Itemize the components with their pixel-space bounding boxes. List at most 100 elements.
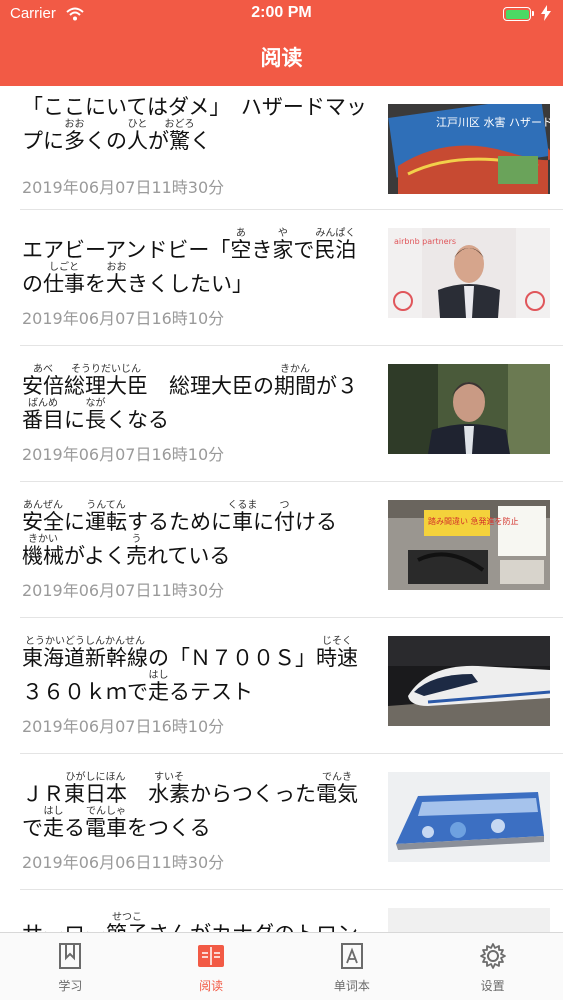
title-text: [127, 782, 148, 806]
article-thumbnail: [388, 908, 550, 932]
furigana-reading: じそく: [316, 636, 358, 647]
title-text: くなる: [106, 408, 169, 432]
furigana-word: 水素すいそ: [148, 772, 190, 806]
title-text: きくしたい」: [127, 272, 253, 296]
title-text: き: [251, 238, 273, 262]
book-icon: [56, 941, 84, 975]
title-text: がよく: [64, 544, 126, 568]
furigana-word: 番目ばんめ: [22, 398, 64, 432]
article-date: 2019年06月07日16時10分: [22, 309, 225, 328]
article-thumbnail: 江戸川区 水害 ハザードマップ: [388, 104, 550, 194]
furigana-reading: ばんめ: [22, 398, 64, 409]
furigana-reading: そうりだいじん: [64, 364, 148, 375]
thumbnail-caption: 江戸川区 水害 ハザードマップ: [436, 115, 550, 129]
title-text: するために: [127, 510, 232, 534]
article-thumbnail: [388, 364, 550, 454]
article-date: 2019年06月06日11時30分: [22, 853, 225, 872]
tab-label: 设置: [480, 979, 505, 993]
title-text: の: [22, 272, 43, 296]
article-thumbnail: 踏み間違い 急発進を防止: [388, 500, 550, 590]
title-text: で: [293, 238, 315, 262]
article-title: 安全あんぜんに運転うんてんするために車くるまに付つける機械きかいがよく売うれてい…: [22, 500, 376, 573]
furigana-word: 車くるま: [227, 500, 258, 534]
article-title: 「ここにいてはダメ」 ハザードマップに多おおくの人ひとが驚おどろく: [22, 90, 376, 158]
vocabulary-icon: [338, 941, 366, 975]
article-list[interactable]: 「ここにいてはダメ」 ハザードマップに多おおくの人ひとが驚おどろく 2019年0…: [0, 86, 563, 932]
article-row[interactable]: ＪＲ東日本ひがしにほん 水素すいそからつくった電気でんきで走はしる電車でんしゃを…: [20, 754, 563, 890]
furigana-word: 長なが: [85, 398, 106, 432]
furigana-reading: きかい: [22, 534, 64, 545]
title-text: ３６０ｋｍで: [22, 680, 148, 704]
furigana-reading: おお: [106, 262, 127, 273]
furigana-reading: つ: [274, 500, 295, 511]
article-date: 2019年06月07日16時10分: [22, 717, 225, 736]
article-row[interactable]: 「ここにいてはダメ」 ハザードマップに多おおくの人ひとが驚おどろく 2019年0…: [20, 86, 563, 210]
article-title: 東海道新幹線とうかいどうしんかんせんの「Ｎ７００Ｓ」時速じそく ３６０ｋｍで走はし…: [22, 636, 376, 709]
furigana-reading: はし: [148, 670, 169, 681]
furigana-word: 驚おどろ: [164, 119, 195, 153]
furigana-reading: はし: [43, 806, 64, 817]
furigana-reading: すいそ: [148, 772, 190, 783]
furigana-reading: う: [125, 534, 147, 545]
furigana-word: 走はし: [43, 806, 64, 840]
tab-reading[interactable]: 阅读: [141, 933, 282, 1000]
furigana-word: 期間きかん: [274, 364, 316, 398]
status-bar: Carrier 2:00 PM: [0, 0, 563, 30]
title-text: る: [64, 816, 85, 840]
article-row[interactable]: サーロー節子せつこさんがカナダのトロン: [20, 890, 563, 932]
furigana-word: 人ひと: [127, 119, 148, 153]
title-text: に: [253, 510, 274, 534]
furigana-word: 安倍あべ: [22, 364, 64, 398]
furigana-word: 売う: [125, 534, 147, 568]
furigana-reading: せつこ: [106, 912, 148, 923]
title-text: 総理大臣の: [148, 374, 274, 398]
furigana-reading: くるま: [227, 500, 258, 511]
article-date: 2019年06月07日11時30分: [22, 581, 225, 600]
title-text: エアビーアンドビー「: [22, 238, 231, 262]
thumbnail-caption: 踏み間違い 急発進を防止: [428, 516, 519, 526]
title-text: るテスト: [169, 680, 253, 704]
article-row[interactable]: 安全あんぜんに運転うんてんするために車くるまに付つける機械きかいがよく売うれてい…: [20, 482, 563, 618]
furigana-word: 機械きかい: [22, 534, 64, 568]
title-text: ＪＲ: [22, 782, 64, 806]
furigana-reading: きかん: [274, 364, 316, 375]
furigana-word: 運転うんてん: [85, 500, 127, 534]
title-text: を: [85, 272, 106, 296]
status-time: 2:00 PM: [251, 4, 312, 21]
furigana-reading: あ: [230, 228, 252, 239]
article-row[interactable]: エアビーアンドビー「空あき家やで民泊みんぱくの仕事しごとを大おおきくしたい」 2…: [20, 210, 563, 346]
article-title: 安倍あべ総理大臣そうりだいじん 総理大臣の期間きかんが３ 番目ばんめに長ながくなる: [22, 364, 376, 437]
furigana-word: 大おお: [106, 262, 127, 296]
article-thumbnail: [388, 636, 550, 726]
furigana-reading: とうかいどうしんかんせん: [22, 636, 148, 647]
furigana-word: 電車でんしゃ: [85, 806, 127, 840]
tab-study[interactable]: 学习: [0, 933, 141, 1000]
title-text: くの: [85, 129, 127, 153]
tab-label: 学习: [58, 979, 83, 993]
article-thumbnail: airbnb partners: [388, 228, 550, 318]
furigana-reading: や: [272, 228, 294, 239]
reading-icon: [196, 941, 226, 975]
article-row[interactable]: 安倍あべ総理大臣そうりだいじん 総理大臣の期間きかんが３ 番目ばんめに長ながくなる…: [20, 346, 563, 482]
nav-header: Carrier 2:00 PM 阅读: [0, 0, 563, 86]
furigana-word: 付つ: [274, 500, 295, 534]
furigana-word: 空あ: [230, 228, 252, 262]
battery-icon: [503, 7, 534, 21]
furigana-word: 安全あんぜん: [22, 500, 64, 534]
furigana-reading: あべ: [22, 364, 64, 375]
furigana-word: 節子せつこ: [106, 912, 148, 932]
furigana-word: 総理大臣そうりだいじん: [64, 364, 148, 398]
title-text: サーロー: [22, 922, 106, 932]
furigana-reading: なが: [85, 398, 106, 409]
title-text: さんがカナダのトロン: [148, 922, 358, 932]
article-row[interactable]: 東海道新幹線とうかいどうしんかんせんの「Ｎ７００Ｓ」時速じそく ３６０ｋｍで走はし…: [20, 618, 563, 754]
article-title: サーロー節子せつこさんがカナダのトロン: [22, 912, 376, 932]
tab-settings[interactable]: 设置: [422, 933, 563, 1000]
page-title: 阅读: [260, 46, 303, 70]
title-text: く: [190, 129, 211, 153]
title-text: で: [22, 816, 43, 840]
tab-vocabulary[interactable]: 单词本: [282, 933, 423, 1000]
tab-label: 单词本: [333, 979, 370, 993]
title-text: が３: [316, 374, 358, 398]
furigana-word: 家や: [272, 228, 294, 262]
